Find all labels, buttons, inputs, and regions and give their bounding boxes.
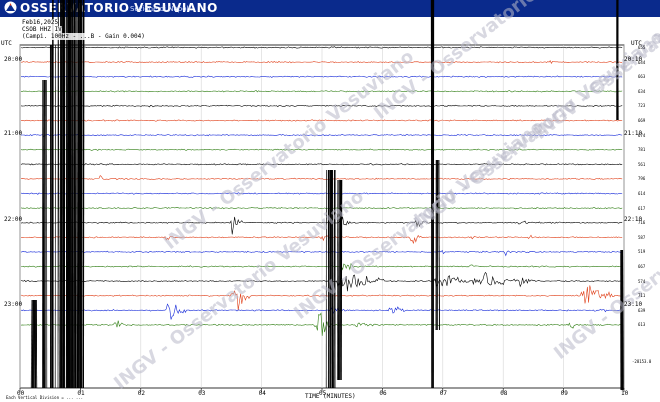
station-code: CSOB HHZ IV <box>22 26 62 33</box>
trace-offset-value: 574 <box>638 278 646 284</box>
seismic-trace <box>20 75 623 78</box>
seismic-trace <box>20 148 623 151</box>
left-time-label: 23:00 <box>4 301 23 308</box>
left-time-label: 21:00 <box>4 130 23 137</box>
seismic-trace <box>20 46 623 49</box>
x-tick-label: 06 <box>379 390 387 397</box>
trace-offset-value: 644 <box>638 59 646 65</box>
trace-offset-value: 561 <box>638 161 646 167</box>
saturated-signal-line <box>438 159 440 331</box>
x-tick-label: 10 <box>621 390 629 397</box>
trace-offset-value: 781 <box>638 147 646 153</box>
trace-offset-value: 711 <box>638 293 646 299</box>
left-utc-label: UTC <box>1 40 12 47</box>
seismogram-viewer: OSSERVATORIO VESUVIANO Sezione di Napoli… <box>0 0 660 402</box>
seismic-trace <box>20 90 623 93</box>
seismic-trace <box>20 312 623 336</box>
seismic-trace <box>20 262 623 271</box>
trace-offset-value: 667 <box>638 264 646 269</box>
x-axis-label: TIME (MINUTES) <box>305 393 356 400</box>
trace-offset-value: 617 <box>638 205 646 211</box>
seismic-trace <box>20 175 623 181</box>
trace-offset-value: 674 <box>638 132 646 138</box>
saturated-signal-line <box>43 79 45 389</box>
trace-offset-value: 587 <box>638 234 646 240</box>
x-tick-label: 09 <box>560 390 568 397</box>
trace-offset-value: 613 <box>638 322 646 328</box>
x-tick-label: 08 <box>500 390 508 397</box>
seismic-trace <box>20 206 623 210</box>
seismic-trace <box>20 104 623 108</box>
trace-offset-value: 663 <box>638 74 646 80</box>
seismic-trace <box>20 249 623 257</box>
x-tick-label: 01 <box>77 390 85 397</box>
trace-offset-value: 655 <box>638 45 646 50</box>
trace-offset-value: 614 <box>638 191 646 196</box>
x-tick-label: 07 <box>439 390 448 397</box>
x-tick-label: 02 <box>137 390 146 397</box>
x-tick-label: 05 <box>319 390 327 397</box>
saturated-signal-line <box>30 299 33 389</box>
x-tick-label: 04 <box>258 390 266 397</box>
seismic-trace <box>21 60 623 64</box>
trace-offset-value: 519 <box>638 249 646 255</box>
trace-offset-value: 669 <box>638 118 646 123</box>
x-tick-label: 00 <box>17 390 25 397</box>
seismogram-plot: INGV - Osservatorio VesuvianoINGV - Osse… <box>19 0 660 394</box>
trace-offset-value: 634 <box>638 88 646 94</box>
trace-offset-value: 723 <box>638 103 646 109</box>
trace-offset-value: 639 <box>638 307 646 313</box>
trace-offset-value: 716 <box>638 220 646 226</box>
x-tick-label: 03 <box>198 390 206 397</box>
left-time-label: 20:00 <box>4 56 23 63</box>
saturated-signal-line <box>57 0 60 389</box>
left-time-label: 22:00 <box>4 216 23 223</box>
seismic-trace <box>20 163 623 166</box>
bottom-scale-value: -28153.0 <box>632 359 652 364</box>
trace-offset-value: 796 <box>638 176 646 182</box>
acquisition-params: (Campi. 100Hz - ...B - Gain 0.004) <box>22 33 145 40</box>
watermark-text: INGV - Osservatorio Vesuviano <box>550 156 660 364</box>
seismic-trace <box>20 192 623 195</box>
recording-date: Feb16,2025 <box>22 19 59 26</box>
